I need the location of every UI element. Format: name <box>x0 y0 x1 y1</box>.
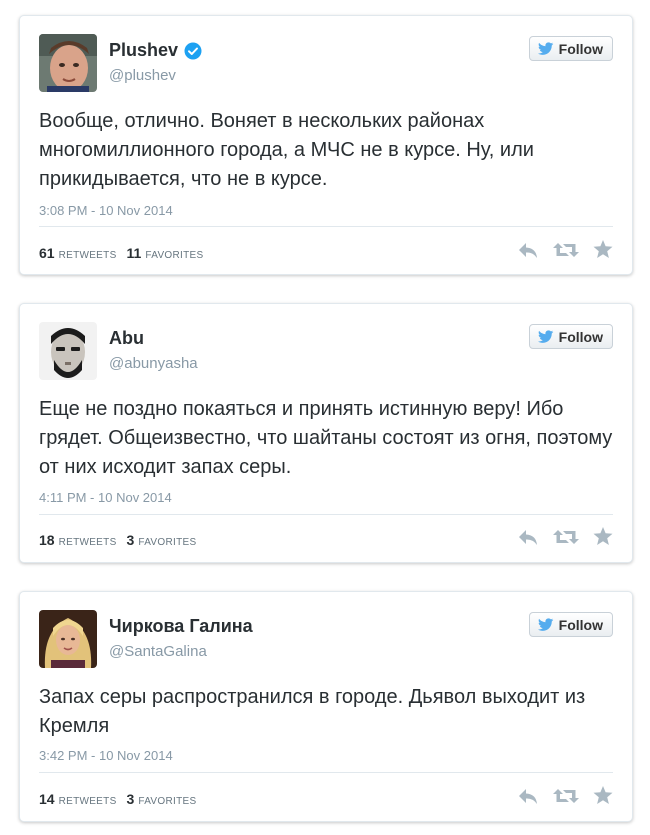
timestamp[interactable]: 3:42 PM - 10 Nov 2014 <box>39 748 173 763</box>
favorite-label: FAVORITES <box>145 250 204 261</box>
tweet-text: Еще не поздно покаяться и принять истинн… <box>39 398 613 478</box>
author-row: Чиркова Галина <box>109 616 253 637</box>
retweet-count[interactable]: 18 <box>39 532 55 548</box>
follow-button[interactable]: Follow <box>528 612 613 637</box>
reply-icon[interactable] <box>517 241 539 259</box>
tweet-actions <box>517 240 613 259</box>
tweet-text: Вообще, отлично. Воняет в нескольких рай… <box>39 110 534 190</box>
tweet-card: Abu @abunyasha Follow Еще не поздно пока… <box>19 303 633 563</box>
divider <box>39 226 613 227</box>
twitter-bird-icon <box>537 617 554 631</box>
handle[interactable]: @plushev <box>109 67 176 84</box>
avatar[interactable] <box>39 610 97 668</box>
twitter-bird-icon <box>537 41 554 55</box>
avatar[interactable] <box>39 322 97 380</box>
star-icon[interactable] <box>593 527 613 546</box>
retweet-label: RETWEETS <box>58 250 117 261</box>
follow-label: Follow <box>558 328 603 345</box>
tweet-card: Plushev @plushev Follow Вообще, отлично.… <box>19 15 633 275</box>
tweet-text: Запах серы распространился в городе. Дья… <box>39 686 586 737</box>
display-name[interactable]: Чиркова Галина <box>109 616 253 637</box>
star-icon[interactable] <box>593 786 613 805</box>
verified-badge-icon <box>184 42 202 59</box>
favorite-count[interactable]: 3 <box>127 532 135 548</box>
favorite-count[interactable]: 3 <box>127 791 135 807</box>
retweet-icon[interactable] <box>553 241 579 259</box>
tweet-actions <box>517 786 613 805</box>
tweet-actions <box>517 527 613 546</box>
retweet-count[interactable]: 14 <box>39 791 55 807</box>
tweet-stats: 61 RETWEETS 11 FAVORITES <box>39 245 213 261</box>
author-row: Plushev <box>109 40 202 61</box>
divider <box>39 514 613 515</box>
divider <box>39 772 613 773</box>
retweet-icon[interactable] <box>553 528 579 546</box>
tweet-card: Чиркова Галина @SantaGalina Follow Запах… <box>19 591 633 822</box>
favorite-label: FAVORITES <box>138 796 197 807</box>
tweet-stats: 14 RETWEETS 3 FAVORITES <box>39 791 206 807</box>
timestamp[interactable]: 3:08 PM - 10 Nov 2014 <box>39 203 173 218</box>
star-icon[interactable] <box>593 240 613 259</box>
reply-icon[interactable] <box>517 787 539 805</box>
favorite-label: FAVORITES <box>138 537 197 548</box>
retweet-label: RETWEETS <box>58 796 117 807</box>
display-name[interactable]: Plushev <box>109 40 178 61</box>
retweet-label: RETWEETS <box>58 537 117 548</box>
author-row: Abu <box>109 328 144 349</box>
follow-button[interactable]: Follow <box>528 36 613 61</box>
timestamp[interactable]: 4:11 PM - 10 Nov 2014 <box>39 490 172 505</box>
retweet-count[interactable]: 61 <box>39 245 55 261</box>
avatar[interactable] <box>39 34 97 92</box>
reply-icon[interactable] <box>517 528 539 546</box>
favorite-count[interactable]: 11 <box>127 245 142 261</box>
retweet-icon[interactable] <box>553 787 579 805</box>
handle[interactable]: @abunyasha <box>109 355 198 372</box>
twitter-bird-icon <box>537 329 554 343</box>
handle[interactable]: @SantaGalina <box>109 643 207 660</box>
follow-label: Follow <box>558 40 603 57</box>
follow-button[interactable]: Follow <box>528 324 613 349</box>
display-name[interactable]: Abu <box>109 328 144 349</box>
follow-label: Follow <box>558 616 603 633</box>
tweet-stats: 18 RETWEETS 3 FAVORITES <box>39 532 206 548</box>
